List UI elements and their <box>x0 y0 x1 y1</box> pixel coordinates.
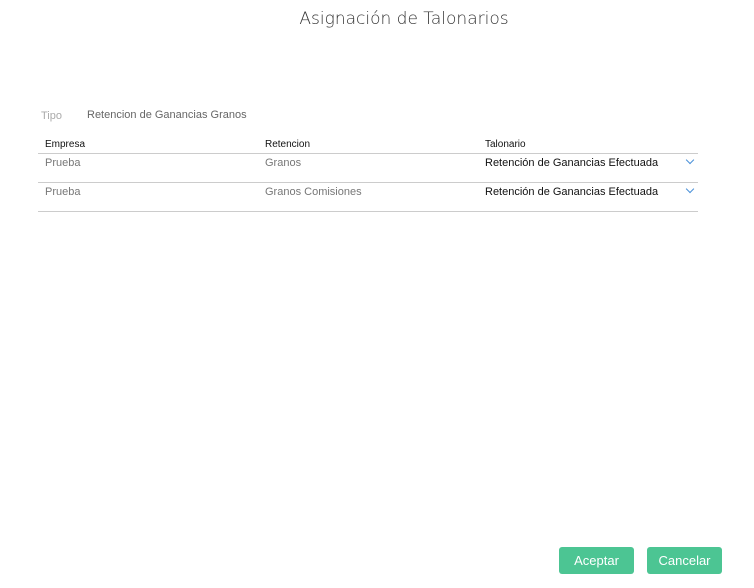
chevron-down-icon[interactable] <box>685 184 695 194</box>
chevron-down-icon[interactable] <box>685 155 695 165</box>
empresa-cell: Prueba <box>45 157 81 169</box>
header-talonario: Talonario <box>485 139 526 150</box>
header-retencion: Retencion <box>265 139 311 150</box>
talonario-select[interactable]: Retención de Ganancias Efectuada <box>485 186 658 198</box>
retencion-cell: Granos <box>265 157 302 169</box>
tipo-value: Retencion de Ganancias Granos <box>87 109 247 121</box>
empresa-cell: Prueba <box>45 186 81 198</box>
tipo-label: Tipo <box>41 110 62 122</box>
retencion-cell: Granos Comisiones <box>265 186 362 198</box>
table-row: Prueba Granos Comisiones Retención de Ga… <box>38 183 698 212</box>
table-row: Prueba Granos Retención de Ganancias Efe… <box>38 154 698 183</box>
table-header: Empresa Retencion Talonario <box>38 139 698 154</box>
talonario-select[interactable]: Retención de Ganancias Efectuada <box>485 157 658 169</box>
assignment-table: Empresa Retencion Talonario Prueba Grano… <box>38 139 698 212</box>
header-empresa: Empresa <box>45 139 86 150</box>
dialog-title: Asignación de Talonarios <box>299 9 509 29</box>
accept-button[interactable]: Aceptar <box>559 547 634 574</box>
cancel-button[interactable]: Cancelar <box>647 547 722 574</box>
